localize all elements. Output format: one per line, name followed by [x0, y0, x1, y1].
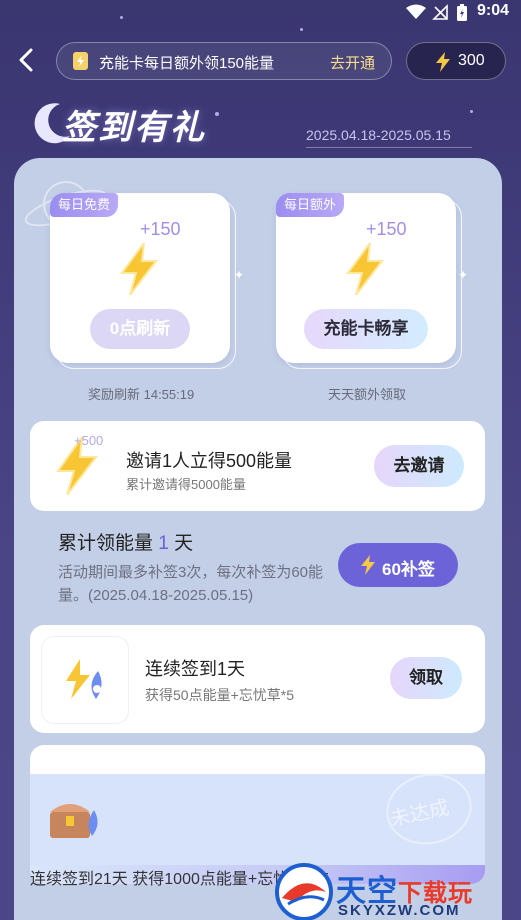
site-watermark: 天空下载玩 SKYXZW.COM	[274, 862, 521, 920]
daily-free-tag: 每日免费	[50, 193, 119, 217]
divider	[306, 147, 472, 148]
lightning-icon	[120, 243, 159, 295]
reward-amount: +150	[140, 219, 181, 239]
invite-title: 邀请1人立得500能量	[126, 451, 293, 471]
star-decoration	[470, 110, 473, 113]
daily-extra-tag: 每日额外	[276, 193, 345, 217]
reward-amount: +150	[366, 219, 407, 239]
wifi-icon	[406, 4, 426, 19]
event-date-range: 2025.04.18-2025.05.15	[306, 127, 451, 143]
site-url: SKYXZW.COM	[338, 902, 461, 919]
streak-row: 连续签到1天 获得50点能量+忘忧草*5 领取	[30, 625, 485, 733]
cumulative-days: 累计领能量 1 天	[58, 528, 193, 555]
cumulative-suffix: 天	[174, 533, 194, 554]
streak-title: 连续签到1天	[145, 659, 246, 679]
invite-button[interactable]: 去邀请	[374, 445, 464, 487]
refresh-at-midnight-button[interactable]: 0点刷新	[90, 309, 190, 349]
lightning-icon	[361, 555, 375, 575]
page-title: 签到有礼	[62, 108, 206, 148]
charge-card-icon	[73, 52, 88, 70]
sparkle-icon: ✦	[458, 268, 469, 282]
claim-button[interactable]: 领取	[390, 657, 462, 699]
invite-reward-amount: +500	[74, 433, 104, 448]
extra-claim-note: 天天额外领取	[328, 387, 407, 402]
reward-icon-box	[42, 637, 128, 723]
refresh-countdown: 奖励刷新 14:55:19	[88, 387, 195, 402]
activate-link[interactable]: 去开通	[330, 52, 375, 73]
energy-balance[interactable]: 300	[406, 42, 506, 80]
battery-icon	[457, 4, 467, 21]
lightning-icon	[346, 243, 385, 295]
banner-text: 充能卡每日额外领150能量	[99, 55, 275, 72]
treasure-chest-icon	[50, 804, 98, 838]
invite-subtitle: 累计邀请得5000能量	[126, 477, 246, 492]
daily-free-card: 每日免费 +150 0点刷新	[50, 193, 236, 369]
streak-title: 连续签到21天	[30, 871, 128, 888]
charge-card-enjoy-button[interactable]: 充能卡畅享	[304, 309, 428, 349]
energy-herb-icon	[66, 659, 102, 699]
back-arrow-icon[interactable]	[14, 46, 40, 74]
charge-card-banner[interactable]: 充能卡每日额外领150能量 去开通	[56, 42, 392, 80]
daily-extra-card: 每日额外 +150 充能卡畅享	[276, 193, 462, 369]
cumulative-day-count: 1	[158, 533, 169, 554]
star-decoration	[300, 28, 303, 31]
site-logo-icon	[275, 863, 333, 920]
streak-reward: 获得50点能量+忘忧草*5	[145, 687, 294, 703]
page-title-area: 签到有礼	[34, 96, 234, 152]
sparkle-icon: ✦	[234, 268, 245, 282]
invite-card: +500 邀请1人立得500能量 累计邀请得5000能量 去邀请	[30, 421, 485, 511]
no-signal-icon	[432, 4, 448, 20]
makeup-signin-button[interactable]: 60补签	[338, 543, 458, 587]
status-bar: 9:04	[0, 0, 521, 24]
stamp-label: 未达成	[387, 795, 452, 831]
cumulative-prefix: 累计领能量	[58, 533, 154, 554]
makeup-rules: 活动期间最多补签3次，每次补签为60能量。(2025.04.18-2025.05…	[58, 564, 324, 604]
lightning-icon	[436, 52, 450, 72]
energy-value: 300	[458, 52, 485, 69]
clock: 9:04	[476, 2, 509, 19]
makeup-button-label: 60补签	[382, 560, 435, 579]
